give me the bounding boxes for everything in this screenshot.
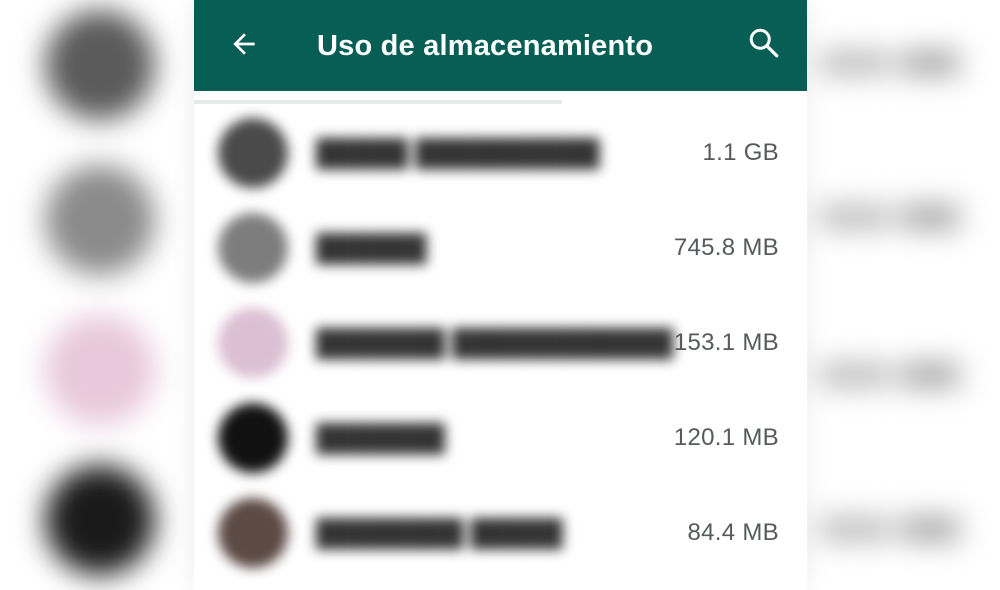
list-item[interactable]: ████████ █████ 84.4 MB xyxy=(194,485,807,580)
bg-avatar xyxy=(45,10,155,120)
bg-bar xyxy=(820,516,890,542)
chat-name-redacted: ██████ xyxy=(316,232,427,262)
search-button[interactable] xyxy=(741,22,787,68)
phone-screen: Uso de almacenamiento █████ ██████████ 1… xyxy=(194,0,807,590)
chat-name-redacted: ███████ xyxy=(316,422,445,452)
bg-bar xyxy=(820,204,890,230)
bg-avatar xyxy=(45,465,155,575)
avatar xyxy=(218,497,288,568)
avatar xyxy=(218,117,288,188)
bg-bar xyxy=(900,516,960,542)
page-title: Uso de almacenamiento xyxy=(317,30,654,62)
chat-name-redacted: ███████ ████████████ xyxy=(316,327,674,357)
storage-size: 120.1 MB xyxy=(673,423,779,451)
avatar xyxy=(218,402,288,473)
storage-size: 745.8 MB xyxy=(673,233,779,261)
list-item[interactable]: ███████ 120.1 MB xyxy=(194,390,807,485)
storage-size: 1.1 GB xyxy=(702,138,779,166)
screenshot-stage: Uso de almacenamiento █████ ██████████ 1… xyxy=(0,0,1000,590)
avatar xyxy=(218,212,288,283)
chat-name-redacted: █████ ██████████ xyxy=(316,137,600,167)
storage-size: 84.4 MB xyxy=(687,518,779,546)
app-bar: Uso de almacenamiento xyxy=(194,0,807,91)
bg-bar xyxy=(820,362,890,388)
list-item[interactable]: ███████ ████████████ 153.1 MB xyxy=(194,295,807,390)
list-item[interactable]: ██████ 745.8 MB xyxy=(194,200,807,295)
list-item[interactable]: █████ ██████████ 1.1 GB xyxy=(194,105,807,200)
bg-bar xyxy=(900,362,960,388)
bg-bar xyxy=(900,50,960,76)
storage-size: 153.1 MB xyxy=(673,328,779,356)
arrow-left-icon xyxy=(228,28,260,65)
chat-storage-list: █████ ██████████ 1.1 GB ██████ 745.8 MB … xyxy=(194,105,807,580)
loading-progress-line xyxy=(194,100,562,104)
bg-avatar xyxy=(45,165,155,275)
chat-name-redacted: ████████ █████ xyxy=(316,517,563,547)
bg-bar xyxy=(820,50,890,76)
bg-bar xyxy=(900,204,960,230)
avatar xyxy=(218,307,288,378)
search-icon xyxy=(746,25,782,66)
back-button[interactable] xyxy=(222,24,266,68)
bg-avatar xyxy=(45,315,155,425)
